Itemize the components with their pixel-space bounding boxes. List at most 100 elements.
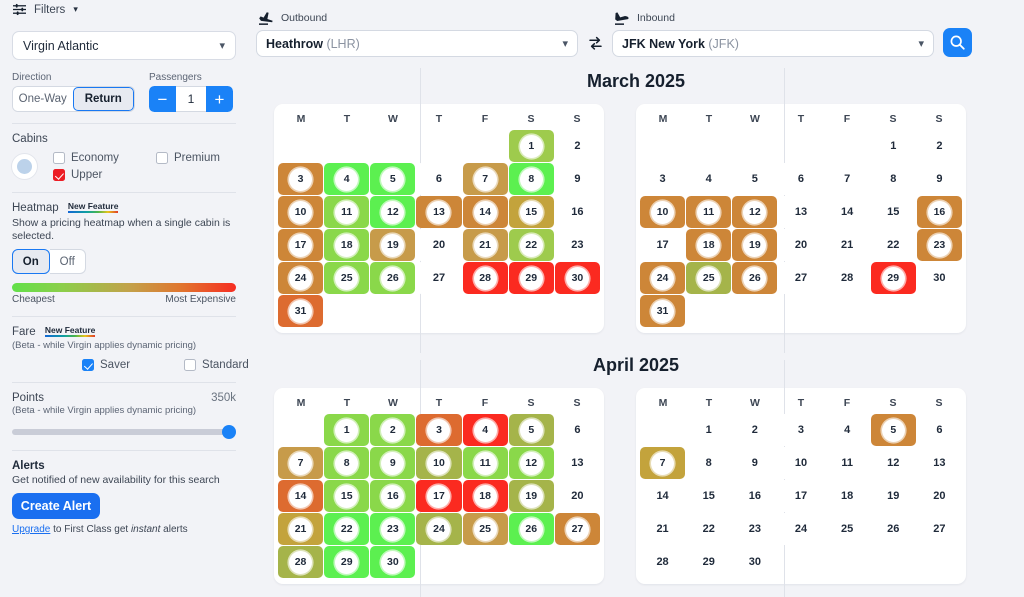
calendar-day-available[interactable]: 10: [416, 447, 462, 479]
calendar-day-available[interactable]: 15: [324, 480, 370, 512]
search-button[interactable]: [943, 28, 972, 57]
calendar-day-available[interactable]: 3: [278, 163, 324, 195]
cabin-option-premium[interactable]: Premium: [155, 152, 220, 164]
calendar-day-available[interactable]: 5: [370, 163, 416, 195]
calendar-day-available[interactable]: 14: [278, 480, 324, 512]
calendar-day-available[interactable]: 17: [416, 480, 462, 512]
calendar-day-available[interactable]: 7: [462, 163, 508, 195]
heatmap-new-feature-badge: New Feature: [67, 201, 119, 213]
calendar-day-available[interactable]: 16: [370, 480, 416, 512]
calendar-day-unavailable: 13: [916, 447, 962, 479]
checkbox-standard[interactable]: [184, 359, 197, 372]
calendar-day-available[interactable]: 4: [324, 163, 370, 195]
calendar-day-available[interactable]: 1: [324, 414, 370, 446]
calendar-day-number: 5: [519, 418, 543, 442]
cabin-option-economy[interactable]: Economy: [53, 152, 119, 164]
calendar-day-available[interactable]: 28: [462, 262, 508, 294]
calendar-day-available[interactable]: 26: [370, 262, 416, 294]
calendar-day-available[interactable]: 5: [508, 414, 554, 446]
calendar-day-available[interactable]: 7: [640, 447, 686, 479]
swap-airports-button[interactable]: [578, 30, 612, 57]
direction-segmented-control[interactable]: One-Way Return: [12, 86, 135, 112]
calendar-day-available[interactable]: 31: [640, 295, 686, 327]
calendar-day-available[interactable]: 13: [416, 196, 462, 228]
calendar-day-available[interactable]: 24: [278, 262, 324, 294]
calendar-day-available[interactable]: 24: [416, 513, 462, 545]
inbound-airport-select[interactable]: JFK New York (JFK) ▾: [612, 30, 934, 57]
calendar-day-available[interactable]: 25: [462, 513, 508, 545]
create-alert-button[interactable]: Create Alert: [12, 493, 100, 520]
calendar-day-available[interactable]: 11: [324, 196, 370, 228]
fare-option-saver[interactable]: Saver: [82, 359, 130, 372]
calendar-day-available[interactable]: 5: [870, 414, 916, 446]
calendar-day-available[interactable]: 4: [462, 414, 508, 446]
passenger-increment-button[interactable]: +: [206, 86, 233, 112]
calendar-day-available[interactable]: 19: [508, 480, 554, 512]
direction-option-one-way[interactable]: One-Way: [13, 87, 73, 111]
outbound-airport-select[interactable]: Heathrow (LHR) ▾: [256, 30, 578, 57]
calendar-day-available[interactable]: 19: [370, 229, 416, 261]
calendar-day-available[interactable]: 14: [462, 196, 508, 228]
calendar-day-available[interactable]: 11: [686, 196, 732, 228]
calendar-day-available[interactable]: 29: [508, 262, 554, 294]
calendar-day-available[interactable]: 29: [870, 262, 916, 294]
calendar-day-available[interactable]: 11: [462, 447, 508, 479]
calendar-day-available[interactable]: 9: [370, 447, 416, 479]
calendar-day-available[interactable]: 30: [370, 546, 416, 578]
calendar-day-available[interactable]: 28: [278, 546, 324, 578]
swap-arrows-icon: [588, 36, 602, 50]
calendar-day-available[interactable]: 15: [508, 196, 554, 228]
calendar-day-available[interactable]: 10: [640, 196, 686, 228]
calendar-day-available[interactable]: 23: [916, 229, 962, 261]
points-slider-handle[interactable]: [222, 425, 236, 440]
calendar-day-available[interactable]: 7: [278, 447, 324, 479]
upgrade-link[interactable]: Upgrade: [12, 524, 50, 535]
calendar-day-available[interactable]: 3: [416, 414, 462, 446]
heatmap-off-button[interactable]: Off: [49, 249, 86, 275]
calendar-day-available[interactable]: 10: [278, 196, 324, 228]
calendar-day-available[interactable]: 16: [916, 196, 962, 228]
calendar-day-available[interactable]: 22: [324, 513, 370, 545]
checkbox-economy[interactable]: [53, 152, 65, 164]
calendar-day-available[interactable]: 27: [554, 513, 600, 545]
calendar-day-available[interactable]: 19: [732, 229, 778, 261]
calendar-day-available[interactable]: 18: [462, 480, 508, 512]
calendar-day-available[interactable]: 24: [640, 262, 686, 294]
calendar-day-available[interactable]: 1: [508, 130, 554, 162]
calendar-day-available[interactable]: 23: [370, 513, 416, 545]
calendar-day-available[interactable]: 25: [686, 262, 732, 294]
calendar-day-available[interactable]: 22: [508, 229, 554, 261]
heatmap-on-button[interactable]: On: [12, 249, 50, 275]
calendar-day-available[interactable]: 12: [508, 447, 554, 479]
fare-option-standard[interactable]: Standard: [184, 359, 249, 372]
calendar-day-available[interactable]: 8: [324, 447, 370, 479]
calendar-day-available[interactable]: 29: [324, 546, 370, 578]
direction-option-return[interactable]: Return: [72, 87, 134, 111]
day-of-week-label: F: [843, 113, 851, 125]
calendar-day-available[interactable]: 25: [324, 262, 370, 294]
calendar-day-available[interactable]: 26: [508, 513, 554, 545]
filters-header[interactable]: Filters ▾: [12, 0, 236, 18]
checkbox-saver[interactable]: [82, 359, 94, 372]
calendar-day-available[interactable]: 26: [732, 262, 778, 294]
calendar-day-available[interactable]: 18: [686, 229, 732, 261]
calendar-day-available[interactable]: 17: [278, 229, 324, 261]
checkbox-upper[interactable]: [53, 169, 65, 181]
calendar-day-available[interactable]: 12: [370, 196, 416, 228]
airline-select[interactable]: Virgin Atlantic ▾: [12, 31, 236, 60]
calendar-day-available[interactable]: 2: [370, 414, 416, 446]
passenger-decrement-button[interactable]: −: [149, 86, 176, 112]
calendar-day-available[interactable]: 18: [324, 229, 370, 261]
calendar-day-available[interactable]: 21: [278, 513, 324, 545]
calendar-day-available[interactable]: 12: [732, 196, 778, 228]
cabin-option-upper[interactable]: Upper: [53, 169, 102, 181]
calendar-day-number: 12: [743, 200, 767, 224]
calendar-day-available[interactable]: 8: [508, 163, 554, 195]
calendar-day-available[interactable]: 31: [278, 295, 324, 327]
calendar-day-available[interactable]: 21: [462, 229, 508, 261]
calendar-day-unavailable: 13: [778, 196, 824, 228]
checkbox-premium[interactable]: [155, 152, 168, 164]
calendar-day-available[interactable]: 30: [554, 262, 600, 294]
heatmap-toggle[interactable]: On Off: [12, 249, 86, 275]
points-slider[interactable]: [12, 425, 236, 440]
